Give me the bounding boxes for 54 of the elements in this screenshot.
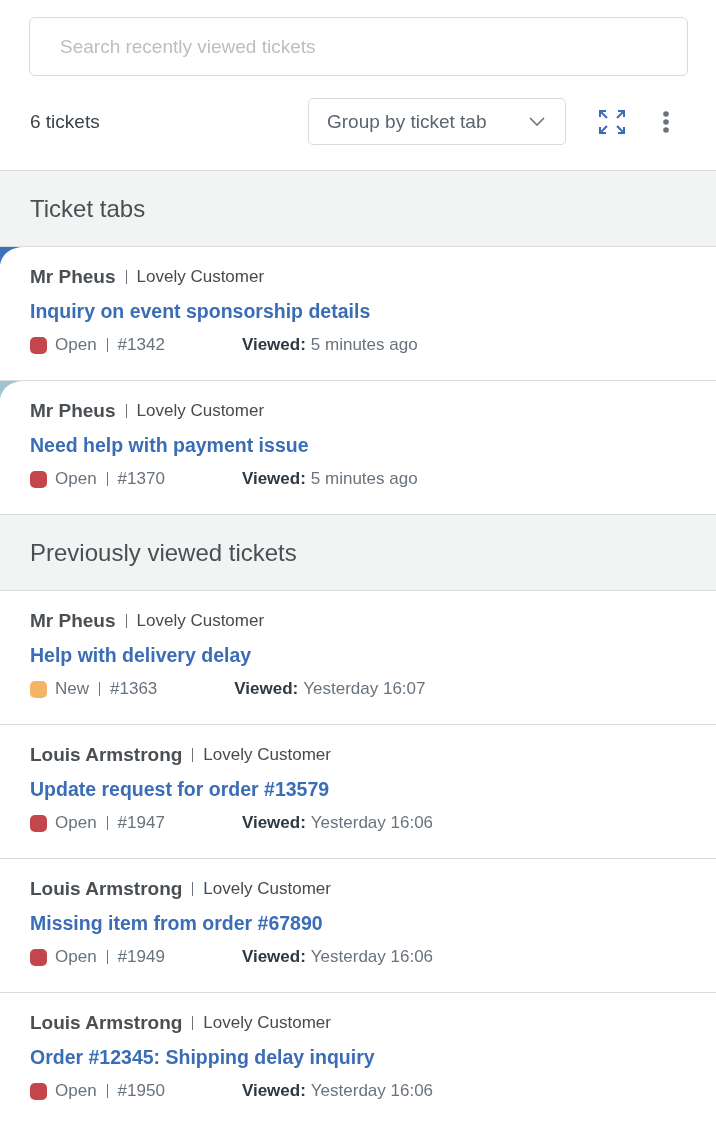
ticket-status: Open	[55, 469, 97, 489]
ticket-status: Open	[55, 1081, 97, 1101]
requester-name: Louis Armstrong	[30, 878, 183, 900]
section-header: Ticket tabs	[0, 171, 716, 247]
requester-name: Louis Armstrong	[30, 1012, 183, 1034]
organization-name: Lovely Customer	[203, 879, 331, 899]
ticket-status: Open	[55, 947, 97, 967]
chevron-down-icon	[529, 117, 545, 126]
more-options-button[interactable]	[663, 110, 669, 133]
viewed-time: Yesterday 16:06	[310, 813, 434, 833]
ticket-number: #1370	[117, 469, 165, 489]
viewed-time: Yesterday 16:07	[303, 679, 426, 699]
ticket-count: 6 tickets	[30, 110, 100, 133]
viewed-time: Yesterday 16:06	[310, 947, 434, 967]
viewed-label: Viewed:	[241, 469, 306, 489]
requester-name: Mr Pheus	[30, 266, 116, 288]
section-header: Previously viewed tickets	[0, 515, 716, 591]
ticket-number: #1950	[117, 1081, 165, 1101]
organization-name: Lovely Customer	[203, 745, 331, 765]
group-by-dropdown[interactable]: Group by ticket tab	[308, 98, 566, 145]
organization-name: Lovely Customer	[136, 267, 265, 287]
expand-button[interactable]	[598, 108, 626, 135]
ticket-number: #1949	[117, 947, 165, 967]
organization-name: Lovely Customer	[203, 1013, 331, 1033]
viewed-label: Viewed:	[241, 813, 306, 833]
viewed-label: Viewed:	[241, 1081, 306, 1101]
requester-name: Louis Armstrong	[30, 744, 183, 766]
ticket-number: #1947	[117, 813, 165, 833]
ticket-subject-link[interactable]: Update request for order #13579	[30, 777, 330, 801]
organization-name: Lovely Customer	[136, 401, 265, 421]
ticket-row[interactable]: Mr Pheus Lovely Customer Need help with payment issue Open #1370 Viewed: 5 minutes ago	[0, 381, 716, 515]
ticket-row[interactable]: Mr Pheus Lovely Customer Inquiry on event sponsorship details Open #1342 Viewed: 5 minutes ago	[0, 247, 716, 381]
ticket-number: #1342	[117, 335, 165, 355]
ticket-number: #1363	[110, 679, 158, 699]
ticket-subject-link[interactable]: Order #12345: Shipping delay inquiry	[30, 1045, 375, 1069]
viewed-time: 5 minutes ago	[310, 469, 418, 489]
ticket-status: New	[55, 679, 89, 699]
ticket-status: Open	[55, 335, 97, 355]
requester-name: Mr Pheus	[30, 610, 116, 632]
ticket-status: Open	[55, 813, 97, 833]
expand-icon	[598, 108, 626, 135]
more-options-icon	[663, 110, 669, 133]
viewed-time: Yesterday 16:06	[310, 1081, 434, 1101]
requester-name: Mr Pheus	[30, 400, 116, 422]
organization-name: Lovely Customer	[136, 611, 265, 631]
ticket-subject-link[interactable]: Missing item from order #67890	[30, 911, 323, 935]
viewed-label: Viewed:	[234, 679, 299, 699]
search-field[interactable]: Search recently viewed tickets	[29, 17, 688, 76]
viewed-label: Viewed:	[241, 947, 306, 967]
ticket-subject-link[interactable]: Help with delivery delay	[30, 643, 252, 667]
viewed-label: Viewed:	[241, 335, 306, 355]
viewed-time: 5 minutes ago	[310, 335, 418, 355]
ticket-subject-link[interactable]: Inquiry on event sponsorship details	[30, 299, 371, 323]
ticket-subject-link[interactable]: Need help with payment issue	[30, 433, 309, 457]
